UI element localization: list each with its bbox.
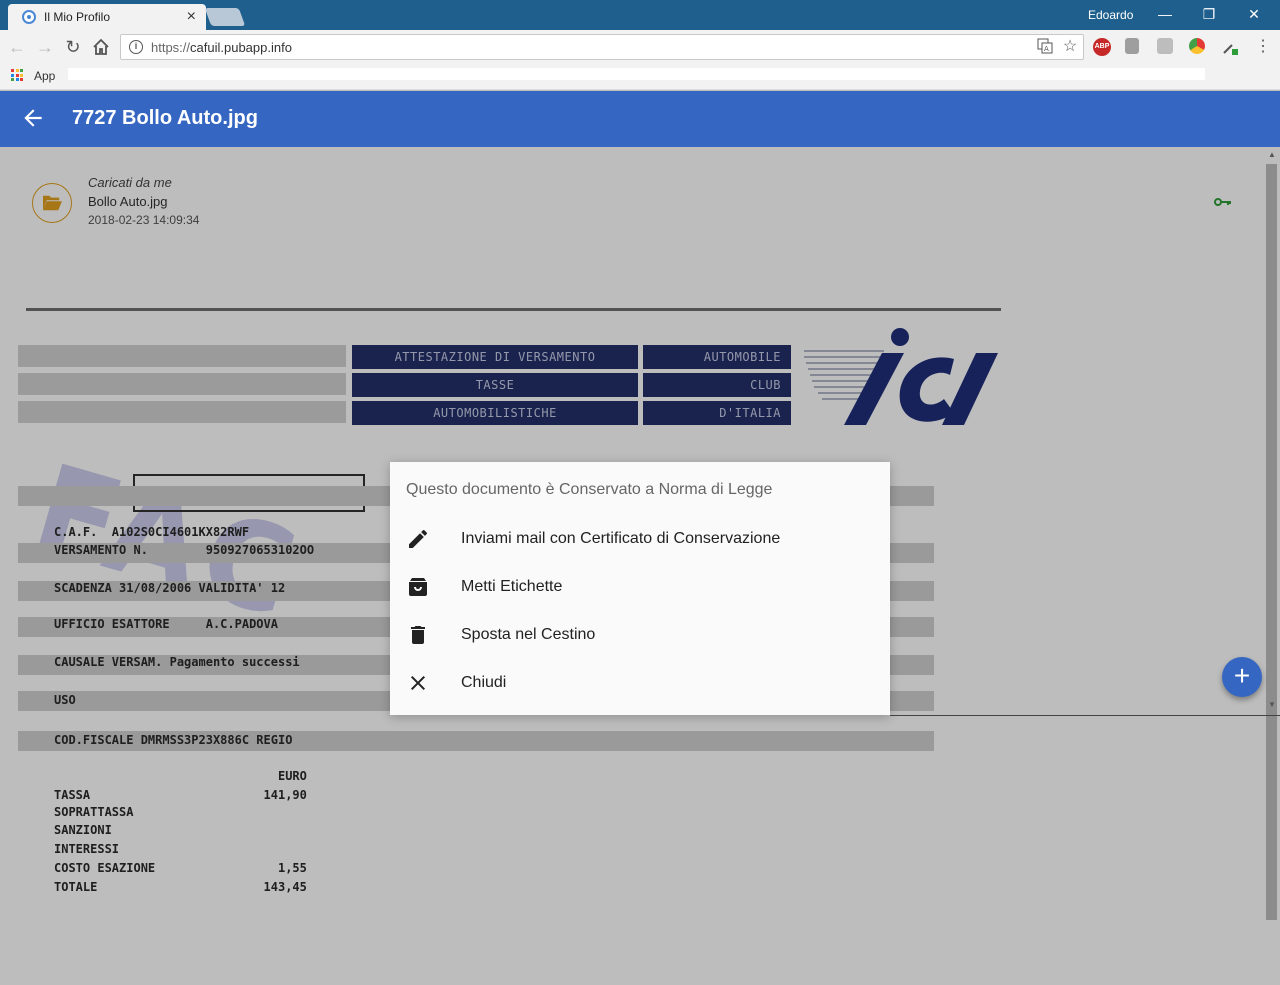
menu-item-move-to-trash[interactable]: Sposta nel Cestino	[390, 611, 890, 659]
bookmarks-empty-area	[68, 68, 1205, 80]
scrollbar-thumb[interactable]	[1266, 164, 1277, 920]
archive-icon	[409, 578, 427, 596]
bookmark-star-icon[interactable]: ☆	[1061, 38, 1079, 56]
tab-title: Il Mio Profilo	[44, 10, 111, 24]
menu-item-add-labels[interactable]: Metti Etichette	[390, 563, 890, 611]
menu-item-label: Sposta nel Cestino	[461, 626, 596, 643]
restore-icon[interactable]: ❐	[1189, 4, 1229, 24]
extension-pdf-icon[interactable]	[1157, 38, 1173, 54]
svg-text:A: A	[1044, 45, 1049, 53]
tab-favicon-icon	[22, 10, 36, 24]
scroll-up-icon[interactable]: ▲	[1266, 150, 1278, 160]
trash-icon	[411, 626, 425, 644]
apps-grid-icon[interactable]	[11, 69, 23, 81]
app-header: 7727 Bollo Auto.jpg	[0, 91, 1280, 147]
browser-menu-icon[interactable]: ⋮	[1254, 38, 1272, 56]
url-host: cafuil.pubapp.info	[190, 39, 292, 55]
document-actions-sheet: Questo documento è Conservato a Norma di…	[390, 462, 890, 715]
back-arrow-icon[interactable]: ←	[6, 36, 28, 58]
profile-name[interactable]: Edoardo	[1088, 8, 1133, 22]
sheet-edge-line	[890, 715, 1280, 716]
menu-item-label: Chiudi	[461, 674, 507, 691]
tab-close-icon[interactable]: ×	[187, 8, 196, 26]
adblock-icon[interactable]: ABP	[1093, 38, 1111, 56]
extension-bag-icon[interactable]	[1125, 38, 1139, 54]
home-icon[interactable]	[90, 36, 112, 58]
pencil-icon	[409, 529, 428, 548]
page-title: 7727 Bollo Auto.jpg	[72, 107, 258, 129]
add-fab-button[interactable]: +	[1222, 657, 1262, 697]
bookmarks-apps-link[interactable]: App	[34, 69, 55, 83]
minimize-icon[interactable]: —	[1145, 4, 1185, 24]
reload-icon[interactable]: ↻	[62, 36, 84, 58]
scroll-down-icon[interactable]: ▼	[1266, 700, 1278, 710]
url-scheme: https://	[151, 39, 191, 55]
forward-arrow-icon[interactable]: →	[34, 36, 56, 58]
menu-item-send-certificate[interactable]: Inviami mail con Certificato di Conserva…	[390, 515, 890, 563]
new-tab-button[interactable]	[204, 8, 246, 26]
menu-item-label: Inviami mail con Certificato di Conserva…	[461, 530, 781, 547]
site-info-icon[interactable]: i	[129, 40, 143, 54]
browser-tab-active[interactable]: Il Mio Profilo ×	[8, 4, 206, 30]
window-close-icon[interactable]: ✕	[1234, 4, 1274, 24]
menu-item-close[interactable]: Chiudi	[390, 659, 890, 707]
back-arrow-icon[interactable]	[20, 105, 46, 131]
extension-chrome-icon[interactable]	[1189, 38, 1205, 54]
sheet-title: Questo documento è Conservato a Norma di…	[406, 481, 773, 498]
address-bar[interactable]: i https:// cafuil.pubapp.info	[120, 34, 1084, 60]
translate-icon[interactable]: A	[1036, 38, 1054, 56]
extension-eyedropper-icon[interactable]	[1221, 38, 1239, 56]
menu-item-label: Metti Etichette	[461, 578, 563, 595]
close-icon	[411, 676, 425, 690]
